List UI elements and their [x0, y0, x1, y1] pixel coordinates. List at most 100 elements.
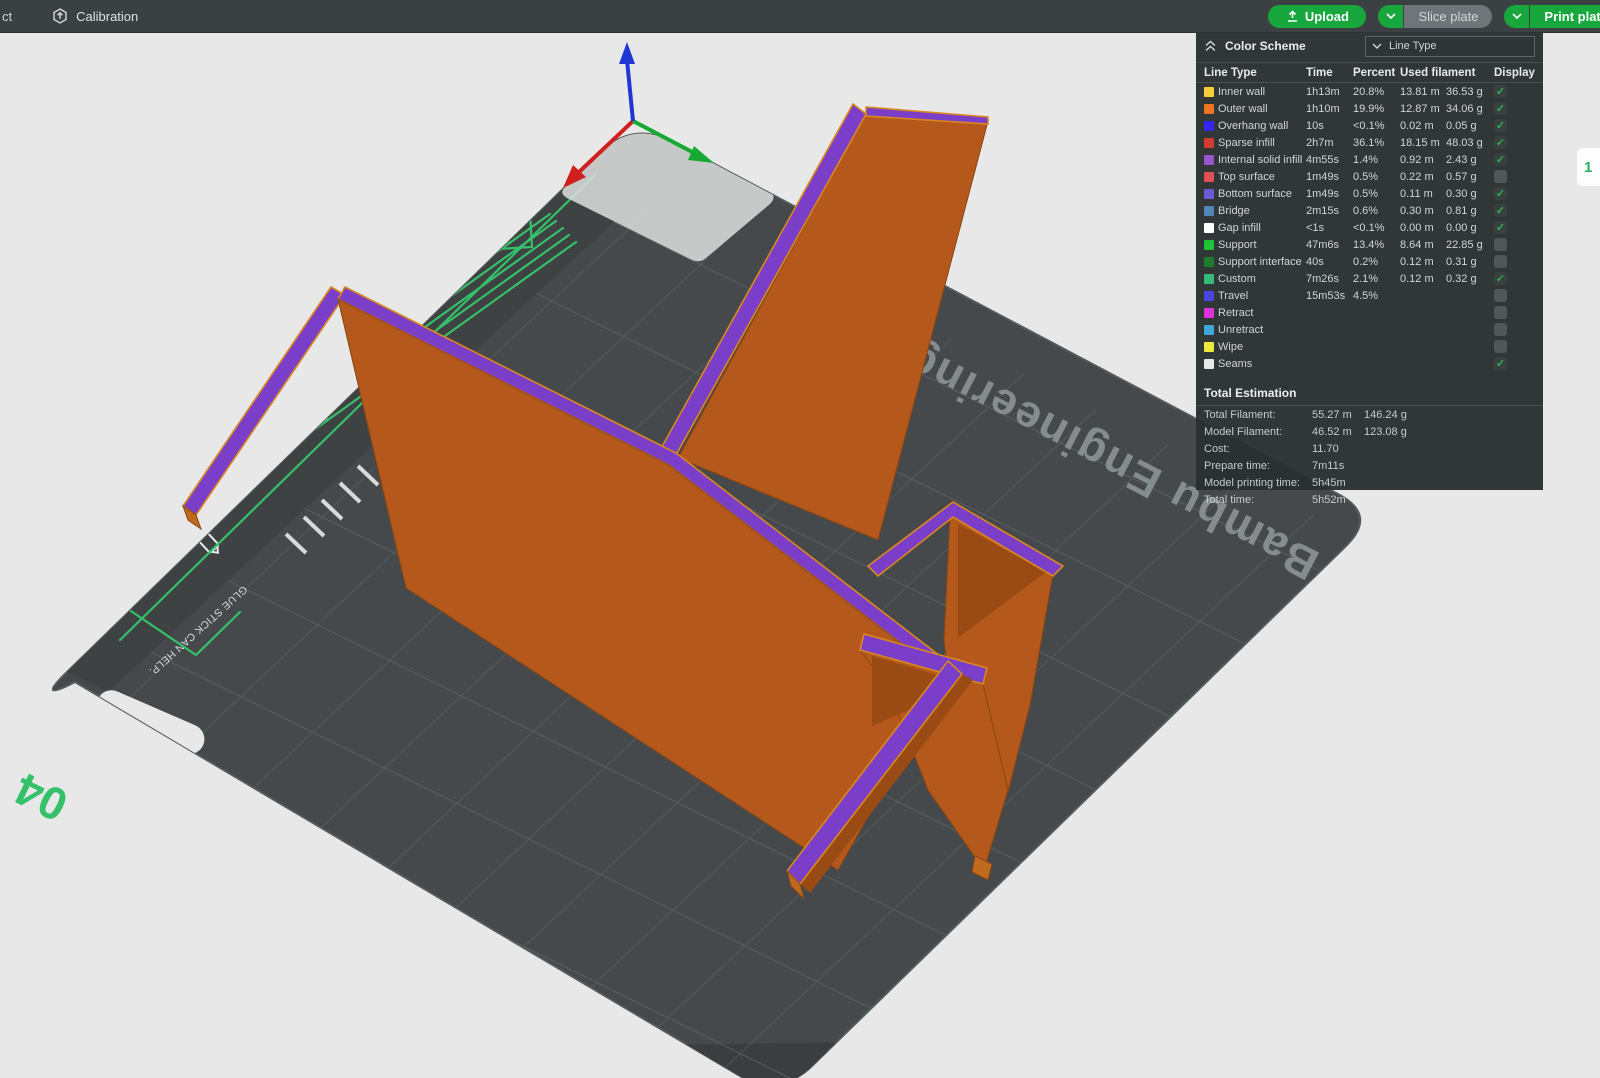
row-label: Bottom surface [1218, 188, 1306, 200]
calibration-icon [52, 8, 68, 24]
upload-button[interactable]: Upload [1268, 5, 1366, 28]
display-checkbox[interactable]: ✓ [1494, 119, 1507, 132]
row-percent: 2.1% [1353, 273, 1400, 285]
line-color-swatch [1204, 257, 1214, 267]
row-time: 4m55s [1306, 154, 1353, 166]
total-value-1: 46.52 m [1312, 426, 1364, 438]
slice-plate-button[interactable]: Slice plate [1404, 5, 1492, 28]
panel-title: Color Scheme [1225, 39, 1306, 53]
collapse-panel-icon[interactable] [1204, 40, 1217, 52]
line-type-row: Retract✓ [1196, 304, 1543, 321]
display-checkbox[interactable]: ✓ [1494, 306, 1507, 319]
display-checkbox[interactable]: ✓ [1494, 187, 1507, 200]
total-value-2 [1364, 477, 1434, 489]
total-value-2 [1364, 494, 1434, 506]
line-color-swatch [1204, 240, 1214, 250]
row-filament-weight: 48.03 g [1446, 137, 1494, 149]
row-filament-weight: 0.81 g [1446, 205, 1494, 217]
top-toolbar: ct Calibration Upload Slice plate [0, 0, 1600, 33]
row-filament-length: 0.02 m [1400, 120, 1446, 132]
line-color-swatch [1204, 325, 1214, 335]
total-value-2: 123.08 g [1364, 426, 1434, 438]
display-checkbox[interactable]: ✓ [1494, 204, 1507, 217]
total-row: Model printing time:5h45m [1196, 474, 1543, 491]
display-checkbox[interactable]: ✓ [1494, 238, 1507, 251]
clipped-menu-item[interactable]: ct [2, 9, 12, 24]
chevron-down-icon [1372, 43, 1382, 49]
total-label: Total time: [1204, 494, 1312, 506]
row-filament-weight: 0.05 g [1446, 120, 1494, 132]
line-color-swatch [1204, 155, 1214, 165]
row-percent: <0.1% [1353, 120, 1400, 132]
slice-dropdown-button[interactable] [1378, 5, 1403, 28]
total-row: Cost:11.70 [1196, 440, 1543, 457]
line-type-row: Custom7m26s2.1%0.12 m0.32 g✓ [1196, 270, 1543, 287]
total-label: Cost: [1204, 443, 1312, 455]
total-label: Prepare time: [1204, 460, 1312, 472]
print-combo: Print plate [1504, 5, 1600, 28]
row-percent: <0.1% [1353, 222, 1400, 234]
total-label: Model Filament: [1204, 426, 1312, 438]
row-percent: 20.8% [1353, 86, 1400, 98]
display-checkbox[interactable]: ✓ [1494, 323, 1507, 336]
row-label: Bridge [1218, 205, 1306, 217]
col-time: Time [1306, 67, 1353, 79]
row-filament-length: 0.12 m [1400, 256, 1446, 268]
line-type-row: Inner wall1h13m20.8%13.81 m36.53 g✓ [1196, 83, 1543, 100]
line-color-swatch [1204, 172, 1214, 182]
row-percent: 1.4% [1353, 154, 1400, 166]
display-checkbox[interactable]: ✓ [1494, 153, 1507, 166]
display-checkbox[interactable]: ✓ [1494, 136, 1507, 149]
display-checkbox[interactable]: ✓ [1494, 255, 1507, 268]
row-percent: 36.1% [1353, 137, 1400, 149]
row-time: 15m53s [1306, 290, 1353, 302]
print-dropdown-button[interactable] [1504, 5, 1529, 28]
display-checkbox[interactable]: ✓ [1494, 85, 1507, 98]
print-plate-button[interactable]: Print plate [1530, 5, 1600, 28]
row-time: 7m26s [1306, 273, 1353, 285]
chevron-down-icon [1512, 13, 1522, 19]
row-label: Overhang wall [1218, 120, 1306, 132]
chevron-down-icon [1386, 13, 1396, 19]
total-label: Model printing time: [1204, 477, 1312, 489]
row-time: 1h13m [1306, 86, 1353, 98]
display-checkbox[interactable]: ✓ [1494, 357, 1507, 370]
row-label: Outer wall [1218, 103, 1306, 115]
total-estimation-title: Total Estimation [1196, 378, 1543, 406]
line-type-row: Gap infill<1s<0.1%0.00 m0.00 g✓ [1196, 219, 1543, 236]
line-color-swatch [1204, 87, 1214, 97]
display-checkbox[interactable]: ✓ [1494, 170, 1507, 183]
row-label: Internal solid infill [1218, 154, 1306, 166]
row-percent: 0.5% [1353, 171, 1400, 183]
slice-combo: Slice plate [1378, 5, 1492, 28]
col-line-type: Line Type [1204, 67, 1306, 79]
total-row: Total Filament:55.27 m146.24 g [1196, 406, 1543, 423]
row-percent: 0.2% [1353, 256, 1400, 268]
display-checkbox[interactable]: ✓ [1494, 102, 1507, 115]
display-checkbox[interactable]: ✓ [1494, 272, 1507, 285]
plate-number-card[interactable]: 1 [1577, 148, 1600, 186]
line-type-row: Travel15m53s4.5%✓ [1196, 287, 1543, 304]
display-checkbox[interactable]: ✓ [1494, 221, 1507, 234]
line-color-swatch [1204, 121, 1214, 131]
row-label: Unretract [1218, 324, 1306, 336]
display-checkbox[interactable]: ✓ [1494, 289, 1507, 302]
display-checkbox[interactable]: ✓ [1494, 340, 1507, 353]
row-time: 2m15s [1306, 205, 1353, 217]
row-filament-length: 0.12 m [1400, 273, 1446, 285]
total-value-2: 146.24 g [1364, 409, 1434, 421]
line-color-swatch [1204, 291, 1214, 301]
row-filament-weight: 0.00 g [1446, 222, 1494, 234]
view-mode-dropdown[interactable]: Line Type [1365, 36, 1535, 57]
row-time: 2h7m [1306, 137, 1353, 149]
row-percent: 19.9% [1353, 103, 1400, 115]
row-filament-weight: 34.06 g [1446, 103, 1494, 115]
tab-calibration[interactable]: Calibration [52, 8, 138, 24]
total-value-1: 55.27 m [1312, 409, 1364, 421]
line-type-row: Outer wall1h10m19.9%12.87 m34.06 g✓ [1196, 100, 1543, 117]
row-filament-length: 13.81 m [1400, 86, 1446, 98]
line-type-row: Unretract ✓ [1196, 321, 1543, 338]
row-time: 47m6s [1306, 239, 1353, 251]
row-percent: 0.6% [1353, 205, 1400, 217]
row-time: 1h10m [1306, 103, 1353, 115]
